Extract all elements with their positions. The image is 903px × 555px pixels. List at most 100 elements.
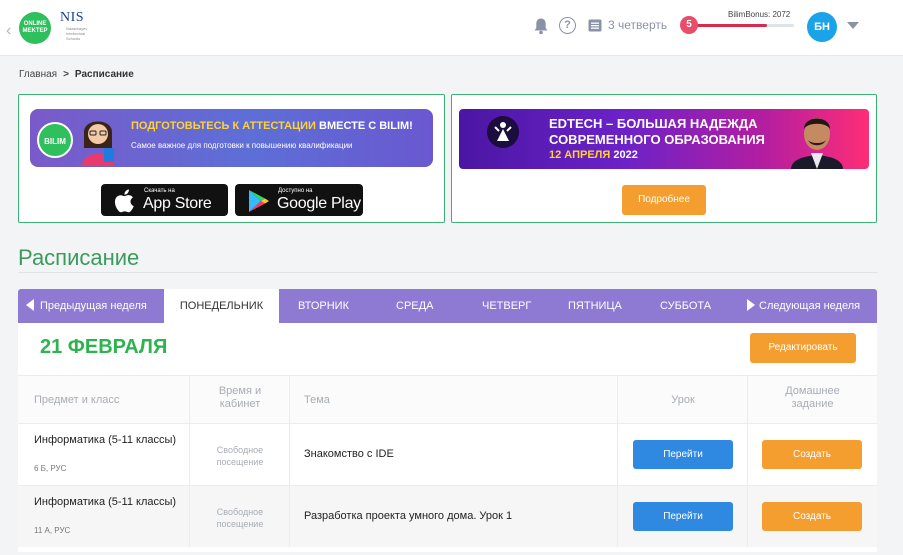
- previous-week-tab[interactable]: Предыдущая неделя: [26, 289, 147, 323]
- top-header: ‹ ONLINE MEKTEP NIS Nazarbayev Intellect…: [0, 0, 903, 56]
- homework-cell: Создать: [748, 486, 877, 547]
- google-play-label: Google Play: [277, 195, 361, 212]
- lesson-cell: Перейти: [618, 424, 748, 485]
- create-homework-button[interactable]: Создать: [762, 440, 862, 469]
- quarter-selector[interactable]: 3 четверть: [608, 18, 667, 32]
- bell-icon[interactable]: [533, 17, 549, 35]
- column-header-lesson: Урок: [671, 394, 695, 406]
- edtech-title-line2: СОВРЕМЕННОГО ОБРАЗОВАНИЯ: [549, 132, 765, 147]
- subject-name: Информатика (5-11 классы): [34, 496, 177, 508]
- bilim-bonus-progress-fill: [696, 24, 767, 27]
- bilim-title-rest: ВМЕСТЕ С BILIM!: [315, 120, 413, 132]
- bilim-bonus-label: BilimBonus: 2072: [728, 10, 791, 19]
- tab-wednesday[interactable]: СРЕДА: [396, 289, 433, 323]
- column-header-subject: Предмет и класс: [34, 394, 120, 406]
- nobel-fest-logo: [487, 116, 519, 148]
- teacher-illustration-icon: [82, 121, 114, 166]
- triangle-left-icon: [26, 299, 34, 312]
- column-header-time-line1: Время и: [218, 385, 262, 397]
- time-cell: Свободное посещение: [190, 486, 290, 547]
- bilim-banner[interactable]: BILIM ПОДГОТОВЬТЕСЬ К АТТЕСТАЦИИ ВМЕСТЕ …: [30, 109, 433, 167]
- edtech-date-year: 2022: [610, 149, 638, 161]
- google-play-button[interactable]: Доступно на Google Play: [235, 184, 363, 216]
- tab-friday[interactable]: ПЯТНИЦА: [568, 289, 622, 323]
- online-logo-line2: MEKTEP: [22, 28, 48, 34]
- go-to-lesson-button[interactable]: Перейти: [633, 502, 733, 531]
- avatar[interactable]: БН: [807, 12, 837, 42]
- subject-class: 11 А, РУС: [34, 526, 71, 535]
- schedule-panel: 21 ФЕВРАЛЯ Редактировать Предмет и класс…: [18, 323, 877, 552]
- app-store-label: App Store: [143, 195, 212, 212]
- table-row: Информатика (5-11 классы) 6 Б, РУС Свобо…: [18, 423, 877, 485]
- tab-tuesday[interactable]: ВТОРНИК: [298, 289, 349, 323]
- table-header-row: Предмет и класс Время и кабинет Тема Урок…: [18, 375, 877, 423]
- bilim-banner-title: ПОДГОТОВЬТЕСЬ К АТТЕСТАЦИИ ВМЕСТЕ С BILI…: [131, 120, 413, 132]
- bilim-promo-card: BILIM ПОДГОТОВЬТЕСЬ К АТТЕСТАЦИИ ВМЕСТЕ …: [18, 94, 445, 223]
- chevron-down-icon[interactable]: [847, 22, 859, 29]
- bilim-title-accent: ПОДГОТОВЬТЕСЬ К АТТЕСТАЦИИ: [131, 120, 316, 132]
- subject-cell: Информатика (5-11 классы) 6 Б, РУС: [18, 424, 190, 485]
- go-to-lesson-button[interactable]: Перейти: [633, 440, 733, 469]
- topic-text: Разработка проекта умного дома. Урок 1: [304, 510, 513, 522]
- header-cell-lesson: Урок: [618, 376, 748, 423]
- create-homework-button[interactable]: Создать: [762, 502, 862, 531]
- bilim-logo: BILIM: [37, 122, 73, 158]
- homework-cell: Создать: [748, 424, 877, 485]
- topic-text: Знакомство с IDE: [304, 448, 394, 460]
- speaker-photo-icon: [791, 118, 843, 169]
- time-line1: Свободное: [216, 445, 264, 455]
- help-icon[interactable]: ?: [559, 17, 576, 34]
- edtech-title-line1: EDTECH – БОЛЬШАЯ НАДЕЖДА: [549, 116, 758, 131]
- column-header-homework-line1: Домашнее: [785, 385, 840, 397]
- time-line2: посещение: [216, 519, 264, 529]
- calendar-list-icon: [588, 19, 602, 32]
- tab-saturday[interactable]: СУББОТА: [660, 289, 711, 323]
- header-cell-subject: Предмет и класс: [18, 376, 190, 423]
- google-play-small-text: Доступно на: [278, 188, 313, 194]
- more-button[interactable]: Подробнее: [622, 185, 706, 215]
- edtech-banner[interactable]: EDTECH – БОЛЬШАЯ НАДЕЖДА СОВРЕМЕННОГО ОБ…: [459, 109, 869, 169]
- breadcrumb-separator: >: [63, 69, 69, 80]
- topic-cell: Знакомство с IDE: [290, 424, 618, 485]
- title-divider: [18, 272, 878, 273]
- time-value: Свободное посещение: [190, 506, 290, 530]
- triangle-right-icon: [747, 299, 755, 312]
- topic-cell: Разработка проекта умного дома. Урок 1: [290, 486, 618, 547]
- online-mektep-logo[interactable]: ONLINE MEKTEP: [19, 12, 51, 44]
- edit-button[interactable]: Редактировать: [750, 333, 856, 363]
- column-header-topic: Тема: [304, 394, 330, 406]
- breadcrumb-current: Расписание: [74, 69, 134, 80]
- app-store-small-text: Скачать на: [144, 188, 175, 194]
- edtech-promo-card: EDTECH – БОЛЬШАЯ НАДЕЖДА СОВРЕМЕННОГО ОБ…: [451, 94, 877, 223]
- back-chevron-icon[interactable]: ‹: [6, 22, 11, 40]
- week-tabs: Предыдущая неделя ПОНЕДЕЛЬНИК ВТОРНИК СР…: [18, 289, 877, 323]
- nis-logo[interactable]: NIS Nazarbayev Intellectual Schools: [60, 10, 96, 46]
- table-row: Информатика (5-11 классы) 11 А, РУС Своб…: [18, 485, 877, 547]
- column-header-homework-line2: задание: [791, 398, 834, 410]
- time-cell: Свободное посещение: [190, 424, 290, 485]
- edtech-date-day: 12 АПРЕЛЯ: [549, 149, 611, 161]
- page-title: Расписание: [18, 245, 140, 270]
- bilim-bonus-progress: [696, 24, 794, 27]
- tab-thursday[interactable]: ЧЕТВЕРГ: [482, 289, 531, 323]
- bilim-banner-subtitle: Самое важное для подготовки к повышению …: [131, 141, 353, 150]
- online-logo-line1: ONLINE: [23, 21, 47, 27]
- next-week-tab[interactable]: Следующая неделя: [747, 289, 860, 323]
- subject-class: 6 Б, РУС: [34, 464, 67, 473]
- google-play-icon: [249, 190, 269, 212]
- breadcrumb: Главная > Расписание: [19, 69, 134, 80]
- next-week-label: Следующая неделя: [759, 300, 861, 312]
- header-cell-time: Время и кабинет: [190, 376, 290, 423]
- schedule-table: Предмет и класс Время и кабинет Тема Урок…: [18, 375, 877, 547]
- schedule-date: 21 ФЕВРАЛЯ: [40, 336, 168, 358]
- tab-monday[interactable]: ПОНЕДЕЛЬНИК: [164, 289, 279, 323]
- header-cell-topic: Тема: [290, 376, 618, 423]
- subject-cell: Информатика (5-11 классы) 11 А, РУС: [18, 486, 190, 547]
- app-store-button[interactable]: Скачать на App Store: [101, 184, 228, 216]
- nis-subtitle: Nazarbayev Intellectual Schools: [66, 26, 88, 41]
- breadcrumb-home-link[interactable]: Главная: [19, 69, 57, 80]
- bilim-bonus-level-badge[interactable]: 5: [680, 16, 698, 34]
- column-header-homework: Домашнее задание: [748, 385, 877, 411]
- column-header-time-line2: кабинет: [219, 398, 261, 410]
- apple-icon: [114, 189, 134, 213]
